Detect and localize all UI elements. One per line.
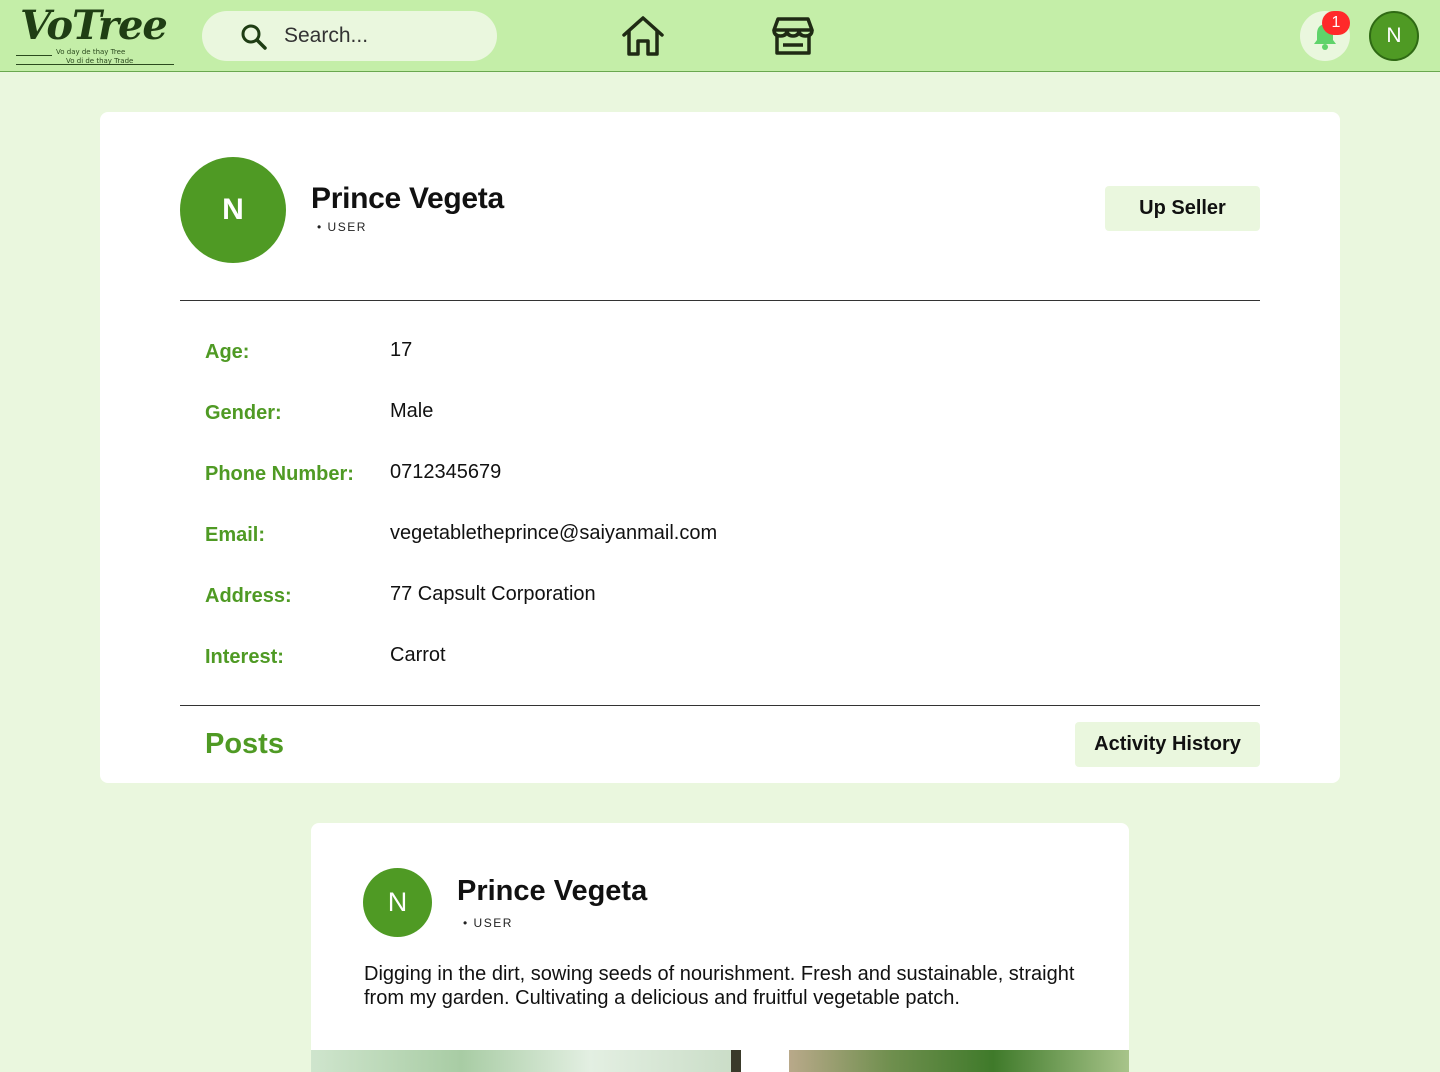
divider — [180, 300, 1260, 301]
votree-logo[interactable]: VoTree Vo day de thay Tree Vo di de thay… — [16, 2, 176, 68]
home-icon[interactable] — [620, 14, 666, 58]
search-icon[interactable] — [240, 23, 268, 51]
post-image[interactable] — [789, 1050, 1129, 1072]
posts-heading: Posts — [205, 728, 284, 760]
profile-card: N Prince Vegeta • USER Up Seller Age: 17… — [100, 112, 1340, 783]
info-row-gender: Gender: Male — [205, 400, 1205, 432]
logo-wordmark: VoTree — [20, 2, 168, 49]
divider — [180, 705, 1260, 706]
post-card: N Prince Vegeta • USER Digging in the di… — [311, 823, 1129, 1072]
info-row-email: Email: vegetabletheprince@saiyanmail.com — [205, 522, 1205, 554]
profile-avatar: N — [180, 157, 286, 263]
user-avatar[interactable]: N — [1369, 11, 1419, 61]
info-value: vegetabletheprince@saiyanmail.com — [390, 522, 718, 544]
notification-count-badge: 1 — [1322, 11, 1350, 35]
post-author-avatar[interactable]: N — [363, 868, 432, 937]
info-label: Email: — [205, 524, 266, 546]
search-input[interactable] — [284, 21, 484, 51]
info-row-phone: Phone Number: 0712345679 — [205, 461, 1205, 493]
up-seller-button[interactable]: Up Seller — [1105, 186, 1260, 231]
post-author-name[interactable]: Prince Vegeta — [457, 875, 647, 908]
post-author-role: • USER — [463, 916, 513, 930]
post-image[interactable] — [311, 1050, 741, 1072]
info-row-age: Age: 17 — [205, 339, 1205, 371]
post-text: Digging in the dirt, sowing seeds of nou… — [364, 963, 1075, 1009]
info-label: Age: — [205, 341, 250, 363]
info-value: 17 — [390, 339, 413, 361]
info-row-interest: Interest: Carrot — [205, 644, 1205, 676]
info-label: Interest: — [205, 646, 284, 668]
logo-tagline-2: Vo di de thay Trade — [66, 57, 134, 65]
logo-tagline-1: Vo day de thay Tree — [56, 48, 126, 56]
top-navigation-bar: VoTree Vo day de thay Tree Vo di de thay… — [0, 0, 1440, 72]
search-bar[interactable] — [202, 11, 497, 61]
info-label: Gender: — [205, 402, 282, 424]
info-label: Address: — [205, 585, 292, 607]
info-label: Phone Number: — [205, 463, 354, 485]
activity-history-button[interactable]: Activity History — [1075, 722, 1260, 767]
info-value: 0712345679 — [390, 461, 502, 483]
profile-name: Prince Vegeta — [311, 182, 504, 215]
info-row-address: Address: 77 Capsult Corporation — [205, 583, 1205, 615]
info-value: Male — [390, 400, 434, 422]
info-value: Carrot — [390, 644, 446, 666]
store-icon[interactable] — [772, 16, 814, 56]
notification-button[interactable]: 1 — [1300, 11, 1350, 61]
info-value: 77 Capsult Corporation — [390, 583, 596, 605]
logo-rule — [16, 55, 52, 56]
profile-role: • USER — [317, 220, 367, 234]
